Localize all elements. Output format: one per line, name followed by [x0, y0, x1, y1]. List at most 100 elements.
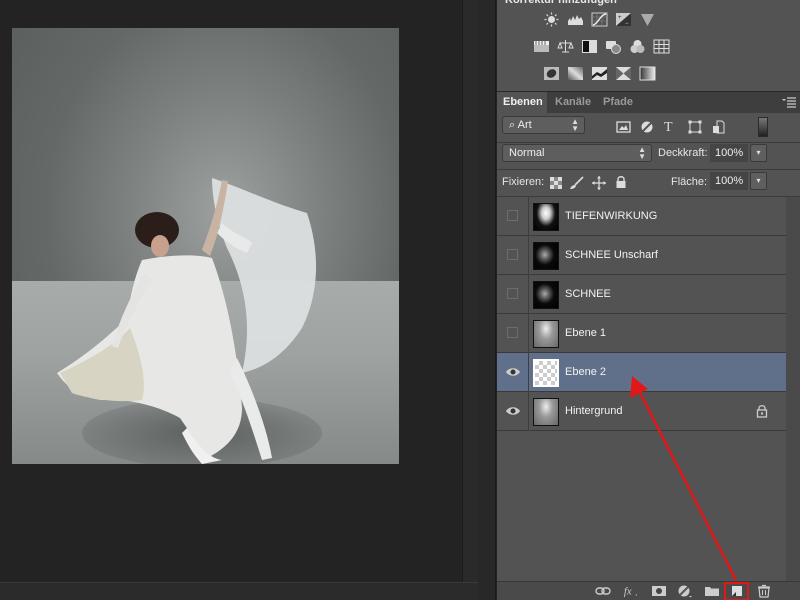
document-canvas-area[interactable]: [0, 0, 462, 582]
layer-row[interactable]: TIEFENWIRKUNG: [497, 197, 786, 236]
dancer-figure: [57, 178, 317, 464]
smart-object-filter-icon[interactable]: [711, 120, 727, 134]
svg-text:−: −: [625, 21, 629, 27]
layer-name: SCHNEE Unscharf: [565, 249, 658, 261]
layer-row[interactable]: Ebene 1: [497, 314, 786, 353]
posterize-icon[interactable]: [567, 66, 584, 81]
curves-icon[interactable]: [591, 12, 608, 27]
layer-visibility-toggle[interactable]: [497, 392, 529, 431]
lock-row: Fixieren: Fläche: 100% ▾: [497, 170, 800, 197]
blend-row: Normal ▲ ▼ Deckkraft: 100% ▾: [497, 143, 800, 170]
layer-name: Hintergrund: [565, 405, 623, 417]
layer-visibility-toggle[interactable]: [497, 314, 529, 353]
filter-kind-label: Art: [517, 119, 532, 131]
layers-list: TIEFENWIRKUNG SCHNEE Unscharf SCHNEE Ebene …: [497, 197, 786, 431]
fx-icon[interactable]: fx: [623, 584, 639, 598]
threshold-icon[interactable]: [591, 66, 608, 81]
type-layer-filter-icon[interactable]: T: [662, 119, 678, 133]
panel-menu-icon[interactable]: [782, 96, 796, 108]
fill-dropdown[interactable]: ▾: [750, 172, 767, 190]
visibility-toggle-box[interactable]: [507, 327, 518, 338]
layer-thumbnail: [533, 320, 559, 348]
tab-ebenen[interactable]: Ebenen: [497, 92, 547, 113]
pixel-layer-filter-icon[interactable]: [616, 120, 632, 134]
layer-row[interactable]: SCHNEE: [497, 275, 786, 314]
invert-icon[interactable]: [543, 66, 560, 81]
delete-layer-icon[interactable]: [756, 584, 772, 598]
layer-row[interactable]: Hintergrund: [497, 392, 786, 431]
new-group-icon[interactable]: [704, 584, 720, 598]
layer-visibility-toggle[interactable]: [497, 197, 529, 236]
channel-mixer-icon[interactable]: [629, 39, 646, 54]
color-lookup-icon[interactable]: [653, 39, 670, 54]
blend-mode-value: Normal: [509, 147, 545, 159]
adjustments-row-3: [543, 66, 656, 81]
levels-icon[interactable]: [567, 12, 584, 27]
layer-name: Ebene 2: [565, 366, 606, 378]
svg-text:+: +: [618, 15, 622, 21]
eye-icon[interactable]: [505, 405, 521, 417]
opacity-dropdown[interactable]: ▾: [750, 144, 767, 162]
layer-thumbnail: [533, 242, 559, 270]
fill-field[interactable]: 100%: [710, 172, 748, 190]
lock-transparency-icon[interactable]: [548, 176, 564, 190]
lock-position-move-icon[interactable]: [591, 176, 607, 190]
panel-dock-strip: [478, 0, 496, 600]
tab-kanaele[interactable]: Kanäle: [549, 92, 597, 113]
adjustments-header: Korrektur hinzufügen: [505, 0, 617, 6]
svg-text:T: T: [664, 120, 673, 133]
exposure-icon[interactable]: + −: [615, 12, 632, 27]
layers-panel-dock: Korrektur hinzufügen + − Ebenen Kanäle P…: [497, 0, 800, 600]
adjustment-layer-icon[interactable]: [677, 584, 693, 598]
color-balance-icon[interactable]: [557, 39, 574, 54]
selective-color-icon[interactable]: [615, 66, 632, 81]
adjustment-layer-filter-icon[interactable]: [639, 120, 655, 134]
document-image[interactable]: [12, 28, 399, 464]
eye-icon[interactable]: [505, 366, 521, 378]
layer-visibility-toggle[interactable]: [497, 275, 529, 314]
layer-visibility-toggle[interactable]: [497, 236, 529, 275]
filter-kind-select[interactable]: ⌕ Art ▲ ▼: [502, 116, 585, 134]
layer-thumbnail: [533, 281, 559, 309]
blend-mode-select[interactable]: Normal ▲ ▼: [502, 144, 652, 162]
brightness-contrast-icon[interactable]: [543, 12, 560, 27]
layer-mask-icon[interactable]: [651, 584, 667, 598]
layer-name: TIEFENWIRKUNG: [565, 210, 658, 222]
new-layer-icon[interactable]: [729, 584, 745, 598]
select-arrows-icon: ▲ ▼: [638, 145, 646, 161]
shape-layer-filter-icon[interactable]: [687, 120, 703, 134]
layer-thumbnail: [533, 398, 559, 426]
gradient-map-icon[interactable]: [639, 66, 656, 81]
tab-pfade[interactable]: Pfade: [597, 92, 639, 113]
visibility-toggle-box[interactable]: [507, 288, 518, 299]
visibility-toggle-box[interactable]: [507, 210, 518, 221]
layers-scrollbar[interactable]: [786, 197, 800, 582]
opacity-label: Deckkraft:: [658, 147, 708, 159]
lock-icon: [756, 405, 768, 418]
layer-row[interactable]: Ebene 2: [497, 353, 786, 392]
visibility-toggle-box[interactable]: [507, 249, 518, 260]
vibrance-icon[interactable]: [639, 12, 656, 27]
layer-filter-row: ⌕ Art ▲ ▼ T: [497, 113, 800, 143]
layers-list-empty-area: [497, 431, 786, 582]
filter-toggle-switch[interactable]: [758, 117, 768, 137]
lock-pixels-brush-icon[interactable]: [569, 176, 585, 190]
panel-tabs: Ebenen Kanäle Pfade: [497, 91, 800, 113]
lock-all-icon[interactable]: [613, 175, 629, 189]
layer-name: Ebene 1: [565, 327, 606, 339]
search-icon: ⌕: [509, 119, 516, 131]
adjustments-row-1: + −: [543, 12, 656, 27]
canvas-status-bar: [0, 582, 478, 600]
link-layers-icon[interactable]: [595, 584, 611, 598]
hue-saturation-icon[interactable]: [533, 39, 550, 54]
canvas-gutter: [462, 0, 478, 582]
fill-label: Fläche:: [671, 176, 708, 188]
black-white-icon[interactable]: [581, 39, 598, 54]
layer-visibility-toggle[interactable]: [497, 353, 529, 392]
layer-thumbnail: [533, 359, 559, 387]
lock-label: Fixieren:: [502, 176, 545, 188]
layers-panel-footer: fx: [497, 581, 800, 600]
opacity-field[interactable]: 100%: [710, 144, 748, 162]
photo-filter-icon[interactable]: [605, 39, 622, 54]
layer-row[interactable]: SCHNEE Unscharf: [497, 236, 786, 275]
